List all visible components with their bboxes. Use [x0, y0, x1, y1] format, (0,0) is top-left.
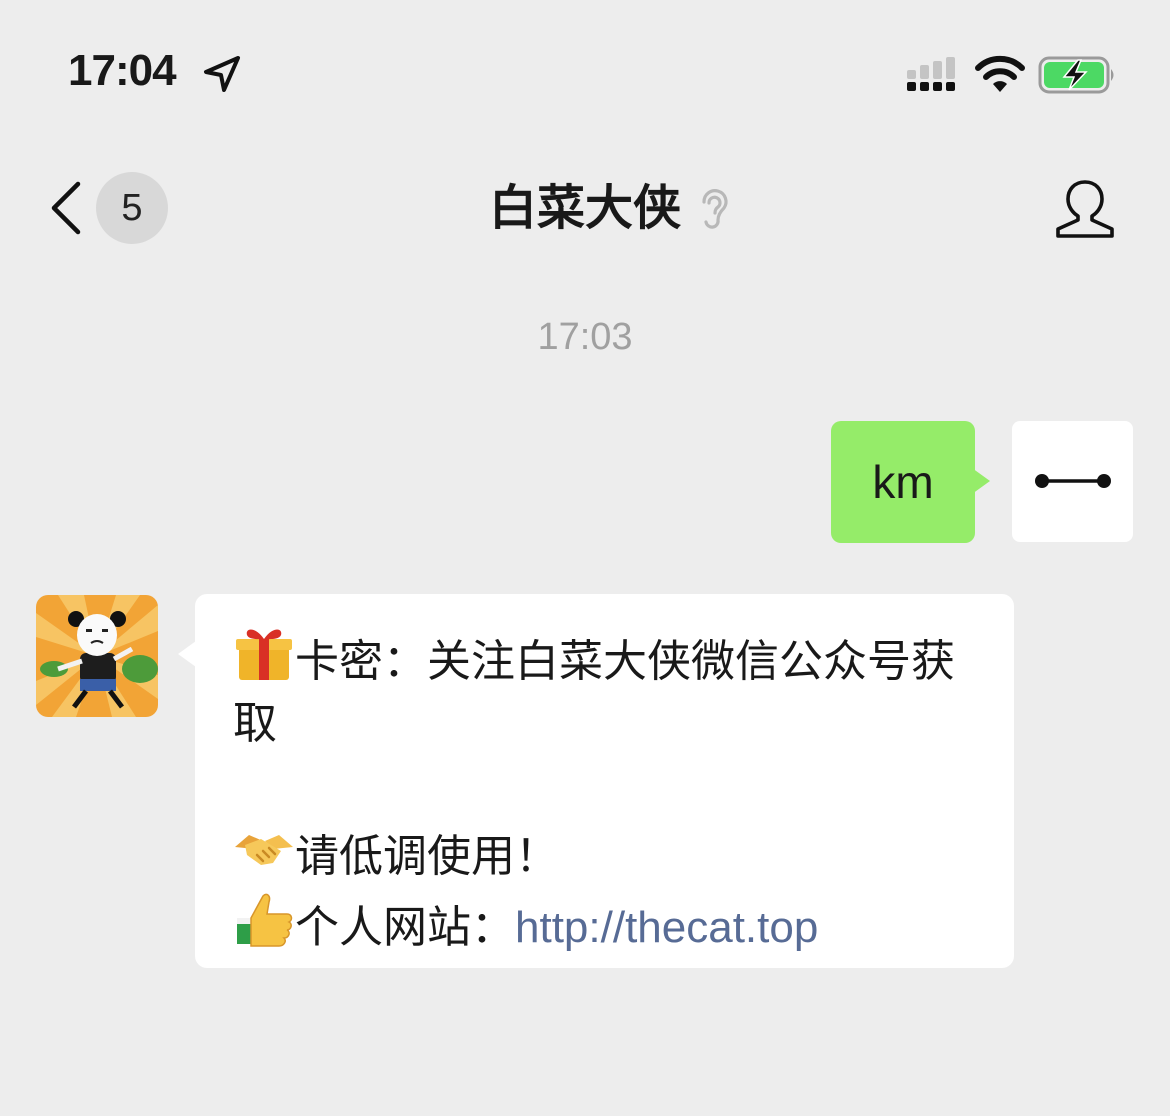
outgoing-bubble-tail: [972, 468, 990, 494]
message-text-2: 请低调使用！: [295, 831, 559, 882]
website-link[interactable]: http://thecat.top: [515, 903, 818, 952]
message-text-3-label: 个人网站：: [295, 902, 515, 953]
chevron-left-icon[interactable]: [44, 180, 88, 236]
incoming-bubble-tail: [178, 641, 196, 667]
ear-icon: [702, 189, 728, 229]
dumbbell-line-icon: [1035, 474, 1111, 488]
outgoing-message-bubble[interactable]: km: [831, 421, 975, 543]
message-timestamp: 17:03: [537, 316, 633, 358]
incoming-message-bubble[interactable]: 卡密：关注白菜大侠微信公众号获取 请低调使用！ 个人网站：http://thec…: [195, 594, 1014, 968]
unread-count-badge[interactable]: 5: [96, 172, 168, 244]
gift-emoji: [236, 629, 292, 680]
message-line-3: 个人网站：http://thecat.top: [233, 888, 978, 959]
thumbs-up-emoji: [237, 893, 293, 947]
battery-charging-icon: [1038, 56, 1114, 94]
my-avatar[interactable]: [1012, 421, 1133, 542]
message-text-1: 卡密：关注白菜大侠微信公众号获取: [233, 636, 955, 749]
message-line-2: 请低调使用！: [233, 817, 978, 888]
chat-title: 白菜大侠: [488, 180, 681, 236]
location-arrow-icon: [204, 56, 240, 92]
handshake-emoji: [235, 835, 293, 865]
contact-avatar[interactable]: [36, 595, 158, 717]
wifi-icon: [975, 55, 1025, 92]
status-time: 17:04: [68, 46, 177, 95]
person-icon[interactable]: [1052, 176, 1118, 240]
panda-meme-avatar-icon: [36, 595, 158, 717]
cellular-signal-icon: [907, 57, 955, 91]
message-line-1: 卡密：关注白菜大侠微信公众号获取: [233, 622, 978, 755]
